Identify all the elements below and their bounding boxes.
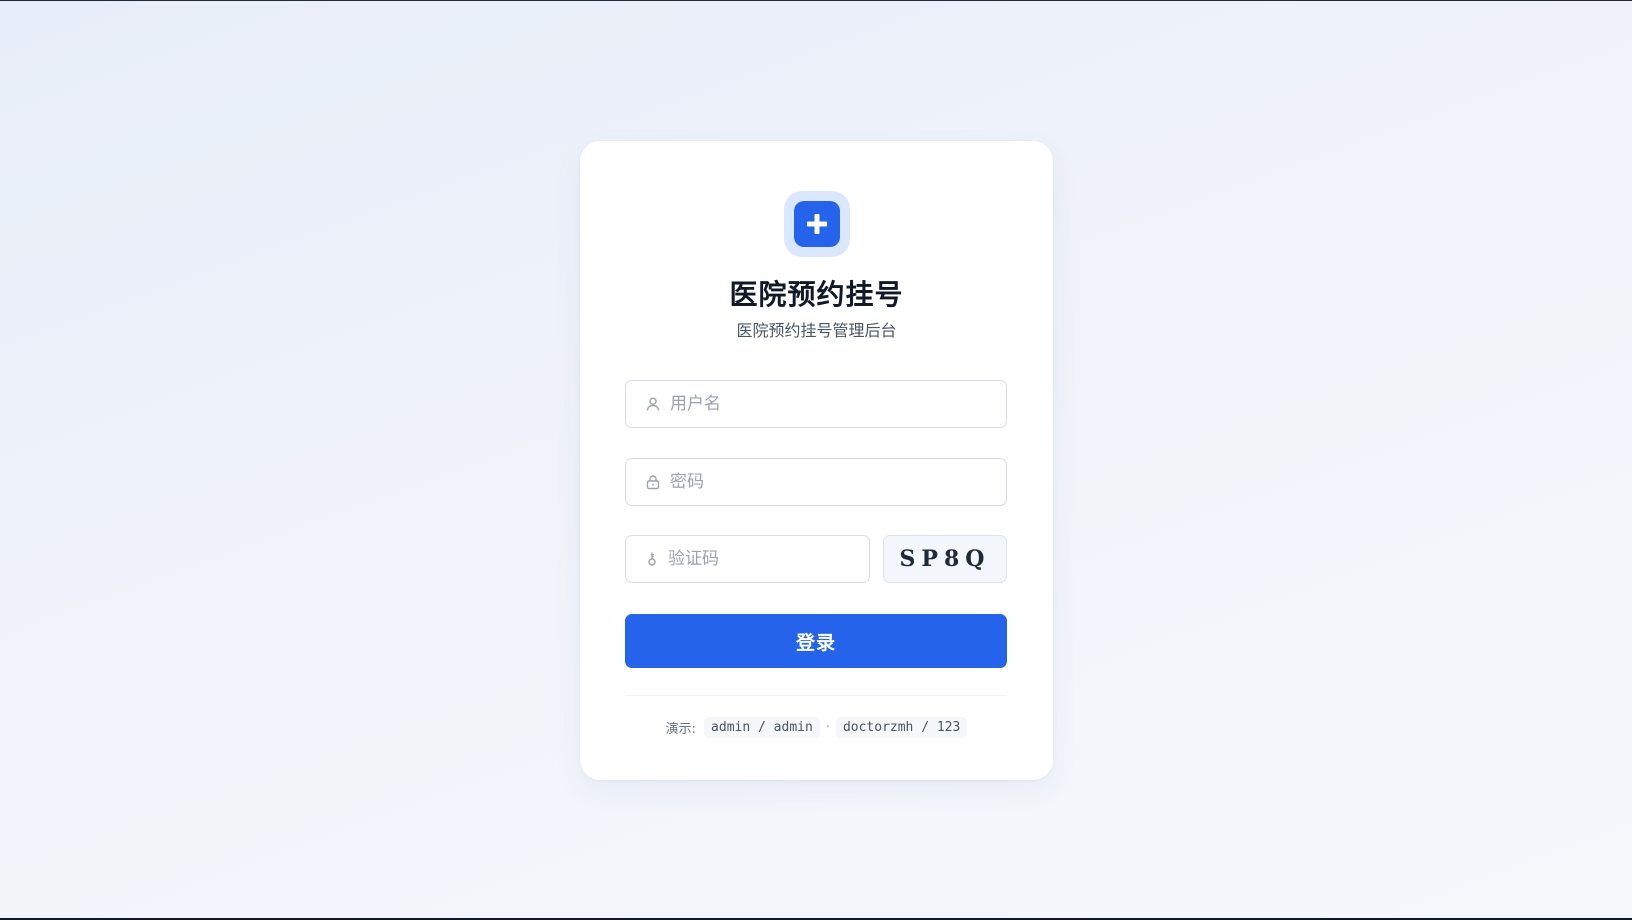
medical-cross-icon [794, 201, 840, 247]
page-title: 医院预约挂号 [729, 278, 904, 311]
demo-separator: · [825, 720, 830, 735]
logo-container [784, 191, 850, 257]
password-field[interactable] [625, 458, 1007, 506]
demo-account-doctor: doctorzmh / 123 [835, 717, 968, 738]
key-icon [644, 550, 660, 568]
password-input[interactable] [670, 459, 1006, 505]
divider [625, 695, 1007, 696]
page-subtitle: 医院预约挂号管理后台 [736, 321, 897, 340]
login-button[interactable]: 登录 [625, 614, 1007, 668]
username-field[interactable] [625, 380, 1007, 428]
captcha-input[interactable] [668, 536, 887, 582]
captcha-image[interactable]: SP8Q [883, 535, 1007, 583]
username-input[interactable] [670, 381, 1006, 427]
user-icon [644, 395, 662, 413]
captcha-field[interactable] [625, 535, 887, 583]
demo-account-admin: admin / admin [704, 717, 820, 738]
demo-accounts: 演示: admin / admin · doctorzmh / 123 [580, 717, 1053, 738]
demo-label: 演示: [665, 722, 697, 737]
lock-icon [644, 473, 662, 491]
top-edge-line [0, 0, 1632, 1]
login-card: 医院预约挂号 医院预约挂号管理后台 用户名 验证码 SP8Q 登录 演示: ad… [580, 141, 1053, 780]
